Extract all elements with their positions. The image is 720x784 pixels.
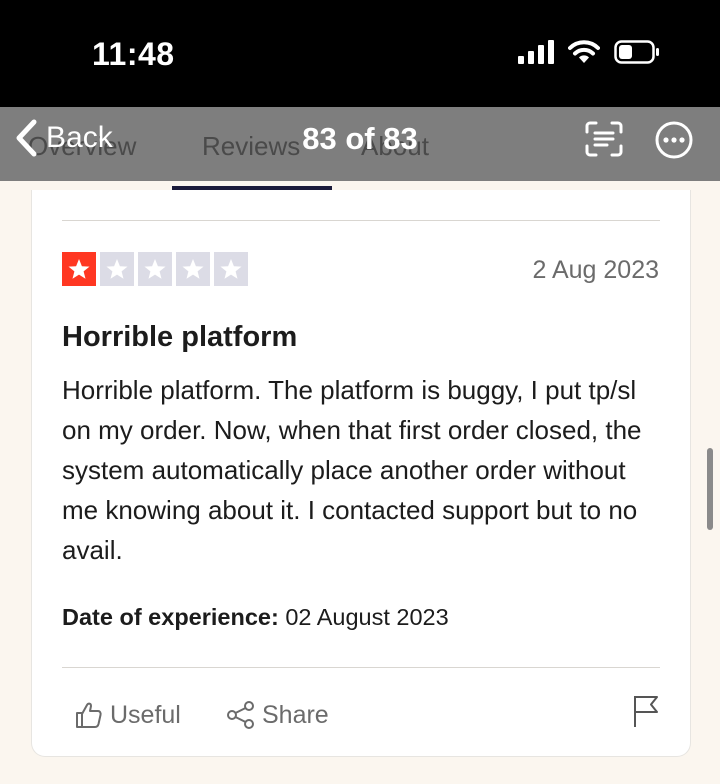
review-date: 2 Aug 2023	[532, 256, 659, 284]
battery-icon	[614, 40, 659, 64]
star-filled	[62, 252, 96, 286]
divider	[62, 667, 660, 668]
experience-label: Date of experience:	[62, 604, 279, 630]
status-time: 11:48	[92, 36, 175, 72]
star-icon	[144, 259, 166, 279]
star-icon	[68, 259, 90, 279]
thumbs-up-icon	[76, 702, 102, 728]
share-label: Share	[262, 700, 329, 729]
useful-label: Useful	[110, 700, 181, 729]
experience-value: 02 August 2023	[278, 604, 449, 630]
star-empty	[138, 252, 172, 286]
star-icon	[220, 259, 242, 279]
scrollbar[interactable]	[707, 448, 713, 530]
wifi-icon	[568, 40, 600, 63]
review-card: 2 Aug 2023 Horrible platform Horrible pl…	[31, 190, 691, 757]
scan-text-icon[interactable]	[584, 121, 624, 157]
star-icon	[106, 259, 128, 279]
more-icon[interactable]	[654, 120, 694, 160]
star-empty	[100, 252, 134, 286]
date-of-experience: Date of experience: 02 August 2023	[62, 604, 449, 631]
review-title: Horrible platform	[62, 321, 298, 353]
star-icon	[182, 259, 204, 279]
flag-icon[interactable]	[632, 694, 660, 728]
status-icons	[518, 40, 660, 64]
star-rating	[62, 252, 248, 286]
useful-button[interactable]: Useful	[74, 700, 181, 730]
share-icon	[227, 701, 254, 729]
signal-icon	[518, 40, 554, 64]
review-body: Horrible platform. The platform is buggy…	[62, 375, 642, 565]
share-button[interactable]: Share	[226, 700, 329, 730]
star-empty	[176, 252, 210, 286]
divider	[62, 220, 660, 221]
status-bar: 11:48	[0, 0, 720, 107]
star-empty	[214, 252, 248, 286]
